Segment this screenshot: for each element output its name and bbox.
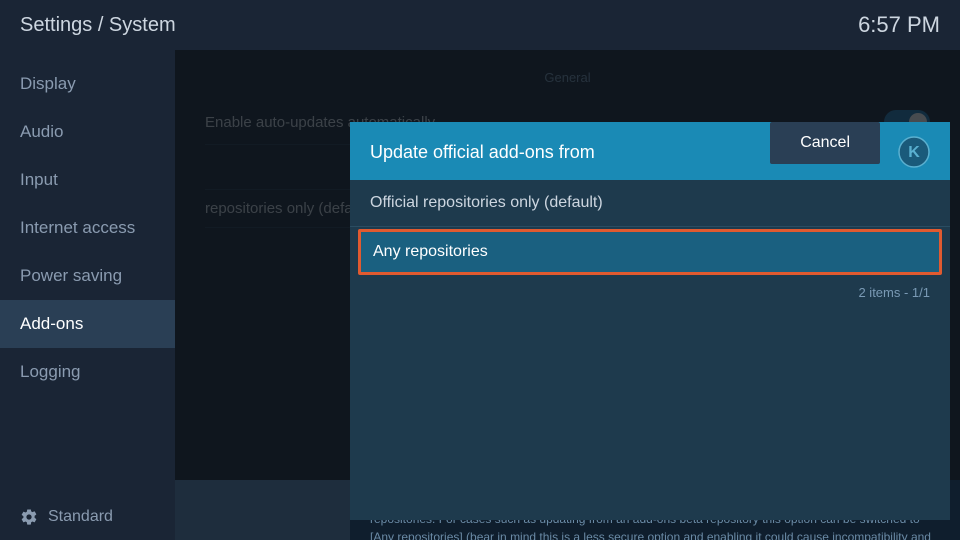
sidebar-item-input[interactable]: Input [0, 156, 175, 204]
sidebar-item-internet-access[interactable]: Internet access [0, 204, 175, 252]
items-count: 2 items - 1/1 [350, 277, 950, 308]
main-layout: Display Audio Input Internet access Powe… [0, 50, 960, 540]
sidebar-item-power-saving[interactable]: Power saving [0, 252, 175, 300]
sidebar-item-audio[interactable]: Audio [0, 108, 175, 156]
sidebar-footer: Standard [0, 494, 175, 540]
sidebar-item-display[interactable]: Display [0, 60, 175, 108]
dialog-title: Update official add-ons from [370, 142, 595, 163]
cancel-button[interactable]: Cancel [770, 122, 880, 164]
sidebar-footer-label: Standard [48, 508, 113, 526]
clock: 6:57 PM [858, 12, 940, 38]
dialog: Update official add-ons from K Official … [350, 122, 950, 520]
content-area: General Enable auto-updates automaticall… [175, 50, 960, 540]
sidebar-item-logging[interactable]: Logging [0, 348, 175, 396]
option-official-repositories[interactable]: Official repositories only (default) [350, 180, 950, 227]
option-any-repositories[interactable]: Any repositories [358, 229, 942, 275]
dialog-body: Official repositories only (default) Any… [350, 180, 950, 520]
sidebar-item-add-ons[interactable]: Add-ons [0, 300, 175, 348]
kodi-logo-icon: K [898, 136, 930, 168]
sidebar: Display Audio Input Internet access Powe… [0, 50, 175, 540]
header: Settings / System 6:57 PM [0, 0, 960, 50]
gear-icon [20, 508, 38, 526]
page-title: Settings / System [20, 14, 176, 37]
svg-text:K: K [908, 144, 920, 161]
